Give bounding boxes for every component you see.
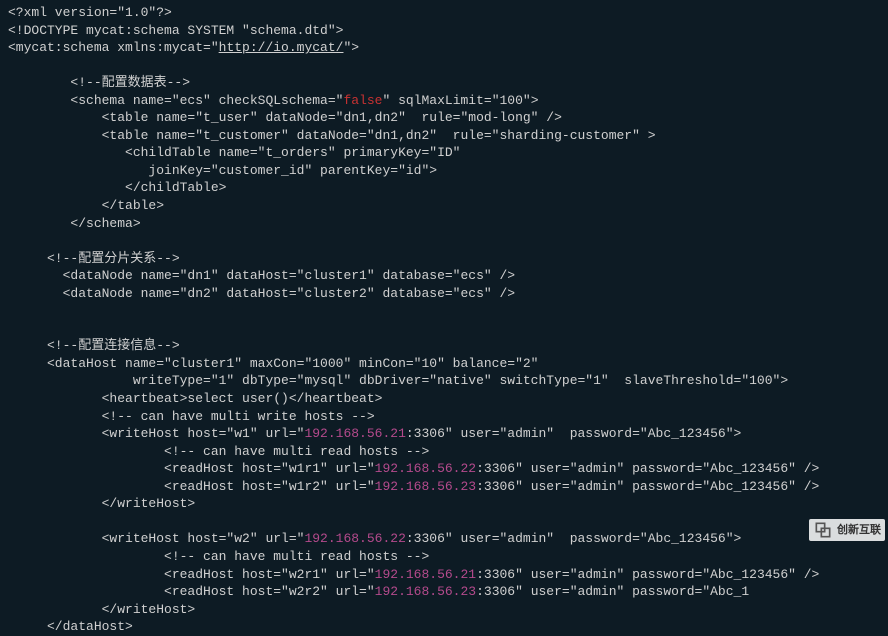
- code-line: <readHost host="w1r1" url=": [8, 461, 375, 476]
- code-line: <readHost host="w2r1" url=": [8, 567, 375, 582]
- code-line: :3306" user="admin" password="Abc_123456…: [476, 461, 819, 476]
- code-line: ">: [343, 40, 359, 55]
- watermark: 创新互联: [809, 519, 885, 541]
- blank-line: [8, 58, 16, 73]
- code-line: <dataNode name="dn1" dataHost="cluster1"…: [8, 268, 515, 283]
- code-line: </table>: [8, 198, 164, 213]
- watermark-text: 创新互联: [837, 523, 881, 538]
- code-line: <heartbeat>select user()</heartbeat>: [8, 391, 382, 406]
- keyword-false: false: [343, 93, 382, 108]
- code-line: </schema>: [8, 216, 141, 231]
- code-line: <table name="t_user" dataNode="dn1,dn2" …: [8, 110, 562, 125]
- blank-line: [8, 303, 16, 318]
- code-line: :3306" user="admin" password="Abc_123456…: [406, 426, 741, 441]
- code-line: <mycat:schema xmlns:mycat=": [8, 40, 219, 55]
- code-line: :3306" user="admin" password="Abc_1: [476, 584, 749, 599]
- url-link[interactable]: http://io.mycat/: [219, 40, 344, 55]
- comment-line: <!-- can have multi read hosts -->: [8, 444, 429, 459]
- code-line: </childTable>: [8, 180, 226, 195]
- code-line: writeType="1" dbType="mysql" dbDriver="n…: [8, 373, 788, 388]
- blank-line: [8, 514, 16, 529]
- code-line: <!DOCTYPE mycat:schema SYSTEM "schema.dt…: [8, 23, 343, 38]
- code-line: <childTable name="t_orders" primaryKey="…: [8, 145, 460, 160]
- code-line: <writeHost host="w1" url=": [8, 426, 304, 441]
- code-line: <dataNode name="dn2" dataHost="cluster2"…: [8, 286, 515, 301]
- code-line: </writeHost>: [8, 496, 195, 511]
- code-line: <schema name="ecs" checkSQLschema=": [8, 93, 343, 108]
- code-line: :3306" user="admin" password="Abc_123456…: [406, 531, 741, 546]
- code-line: :3306" user="admin" password="Abc_123456…: [476, 567, 819, 582]
- code-line: <?xml version="1.0"?>: [8, 5, 172, 20]
- comment-line: <!-- can have multi read hosts -->: [8, 549, 429, 564]
- ip-address: 192.168.56.22: [375, 461, 476, 476]
- code-line: <table name="t_customer" dataNode="dn1,d…: [8, 128, 656, 143]
- logo-icon: [813, 520, 833, 540]
- ip-address: 192.168.56.23: [375, 479, 476, 494]
- code-line: <dataHost name="cluster1" maxCon="1000" …: [8, 356, 539, 371]
- code-line: </dataHost>: [8, 619, 133, 634]
- comment-line: <!--配置连接信息-->: [8, 338, 180, 353]
- code-line: <readHost host="w1r2" url=": [8, 479, 375, 494]
- ip-address: 192.168.56.21: [304, 426, 405, 441]
- comment-line: <!-- can have multi write hosts -->: [8, 409, 375, 424]
- code-line: joinKey="customer_id" parentKey="id">: [8, 163, 437, 178]
- ip-address: 192.168.56.21: [375, 567, 476, 582]
- ip-address: 192.168.56.23: [375, 584, 476, 599]
- code-line: " sqlMaxLimit="100">: [382, 93, 538, 108]
- code-line: :3306" user="admin" password="Abc_123456…: [476, 479, 819, 494]
- code-block: <?xml version="1.0"?> <!DOCTYPE mycat:sc…: [8, 4, 880, 636]
- code-line: </writeHost>: [8, 602, 195, 617]
- blank-line: [8, 233, 16, 248]
- code-line: <readHost host="w2r2" url=": [8, 584, 375, 599]
- comment-line: <!--配置数据表-->: [8, 75, 190, 90]
- comment-line: <!--配置分片关系-->: [8, 251, 180, 266]
- code-line: <writeHost host="w2" url=": [8, 531, 304, 546]
- ip-address: 192.168.56.22: [304, 531, 405, 546]
- blank-line: [8, 321, 16, 336]
